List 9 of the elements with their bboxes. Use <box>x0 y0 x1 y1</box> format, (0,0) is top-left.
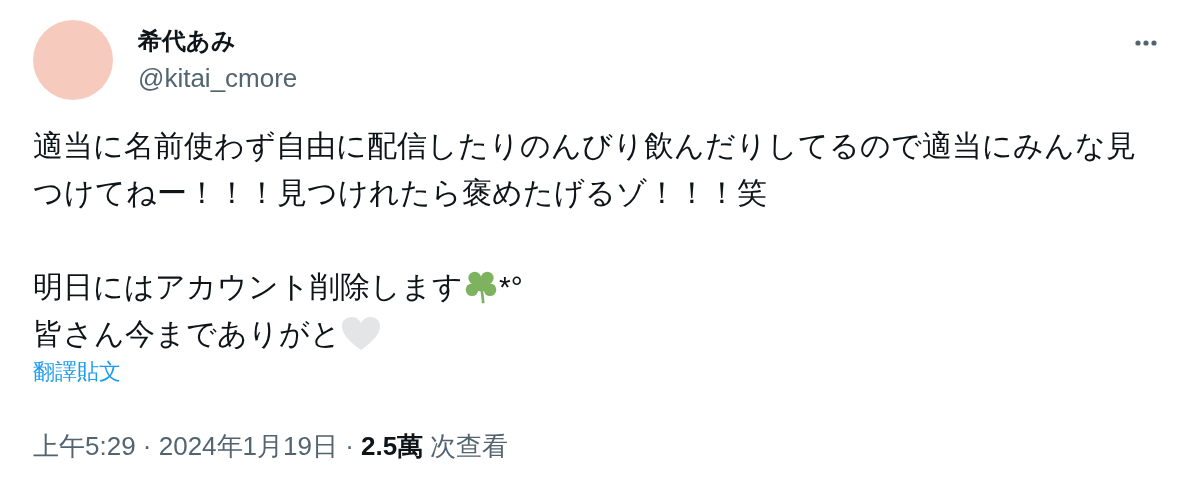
heart-icon <box>341 315 381 352</box>
tweet-text: 適当に名前使わず自由に配信したりのんびり飲んだりしてるので適当にみんな見つけてねー！！！見つけれたら褒めたげるゾ！！！笑 <box>33 128 1137 211</box>
tweet-text: 皆さん今までありがと <box>33 316 341 352</box>
tweet-text: 明日にはアカウント削除します <box>33 269 463 305</box>
more-icon[interactable] <box>1135 40 1157 46</box>
author-handle[interactable]: @kitai_cmore <box>138 60 298 96</box>
tweet-text: *° <box>499 269 523 305</box>
author-name[interactable]: 希代あみ <box>138 24 298 58</box>
post-meta: 上午5:29 · 2024年1月19日 · 2.5萬 次查看 <box>33 430 510 463</box>
